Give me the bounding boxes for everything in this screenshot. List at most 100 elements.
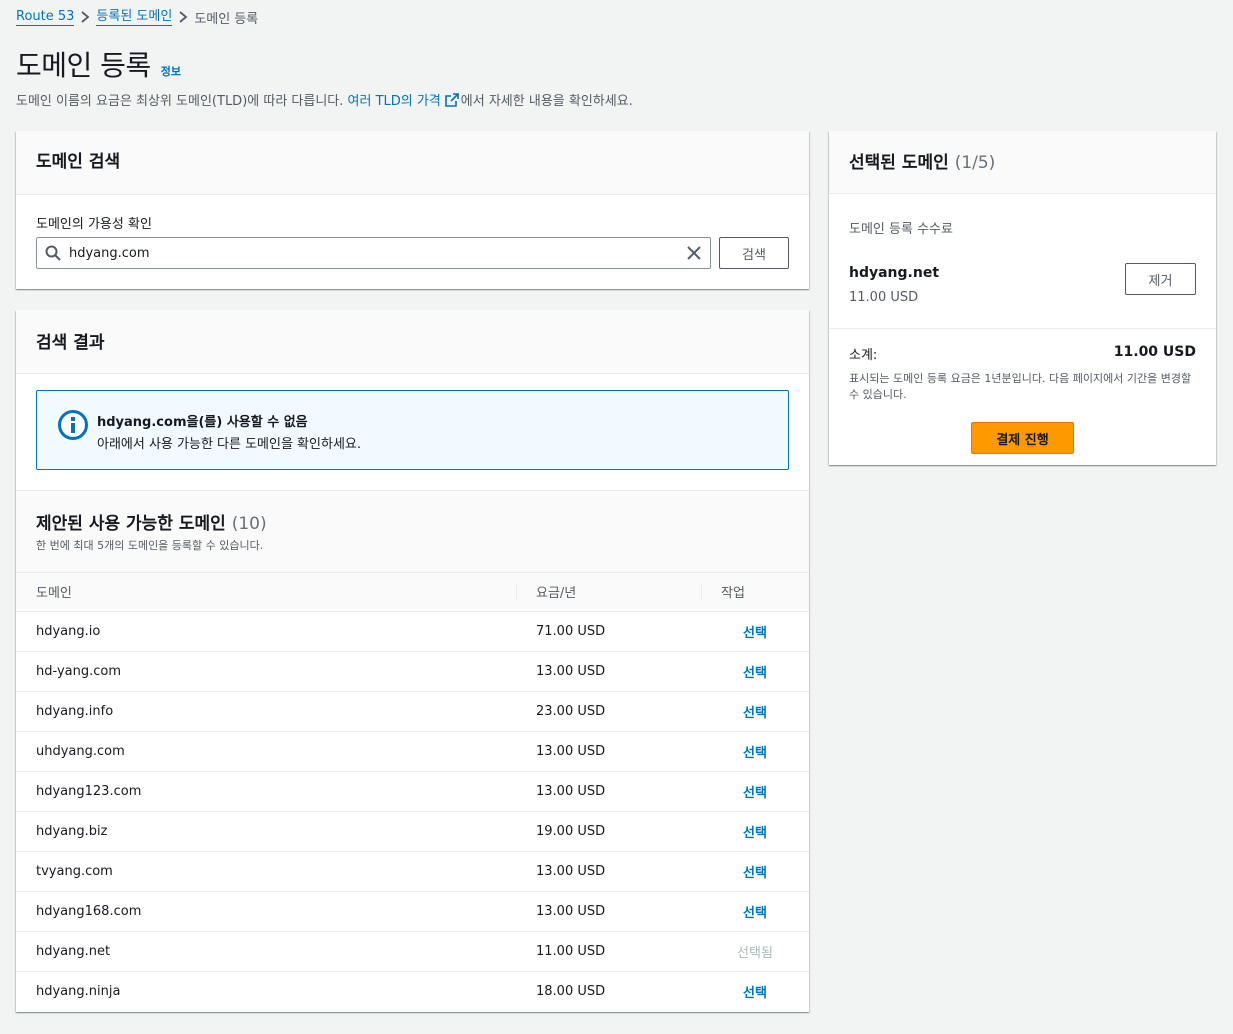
- domain-name-cell: hdyang.net: [16, 931, 516, 972]
- selected-count: (1/5): [954, 153, 996, 173]
- remove-button[interactable]: 제거: [1125, 263, 1196, 295]
- suggested-domains-title: 제안된 사용 가능한 도메인 (10): [36, 509, 267, 534]
- search-box[interactable]: [36, 237, 711, 269]
- info-icon: [57, 409, 89, 441]
- domain-name-cell: hd-yang.com: [16, 651, 516, 692]
- table-row: uhdyang.com 13.00 USD 선택: [16, 731, 809, 772]
- subtotal-value: 11.00 USD: [1113, 344, 1196, 360]
- divider: [829, 328, 1216, 329]
- selected-domain-price: 11.00 USD: [849, 290, 919, 305]
- search-results-panel: 검색 결과 hdyang.com을(를) 사용할 수 없음 아래에서 사용 가능…: [16, 310, 809, 1012]
- subtotal-label: 소계:: [849, 348, 878, 363]
- select-domain-link[interactable]: 선택: [743, 626, 767, 641]
- domain-price-cell: 23.00 USD: [516, 691, 701, 732]
- select-domain-link[interactable]: 선택: [743, 706, 767, 721]
- column-header-action: 작업: [701, 573, 809, 612]
- suggested-domains-table: 도메인 요금/년 작업 hdyang.io 71.00 USD 선택 hd-yang.…: [16, 573, 809, 1011]
- alert-title: hdyang.com을(를) 사용할 수 없음: [97, 415, 308, 430]
- table-row: hdyang.info 23.00 USD 선택: [16, 691, 809, 732]
- breadcrumb-current: 도메인 등록: [194, 11, 259, 27]
- page-header: 도메인 등록 정보: [16, 44, 181, 84]
- select-domain-link[interactable]: 선택: [743, 826, 767, 841]
- table-row: hdyang.io 71.00 USD 선택: [16, 611, 809, 652]
- table-row: hdyang123.com 13.00 USD 선택: [16, 771, 809, 812]
- suggested-title-text: 제안된 사용 가능한 도메인: [36, 514, 226, 534]
- subtitle-prefix: 도메인 이름의 요금은 최상위 도메인(TLD)에 따라 다릅니다.: [16, 94, 348, 109]
- tld-pricing-link[interactable]: 여러 TLD의 가격: [348, 90, 441, 109]
- domain-price-cell: 13.00 USD: [516, 851, 701, 892]
- domain-price-cell: 13.00 USD: [516, 731, 701, 772]
- domain-name-cell: hdyang.ninja: [36, 983, 121, 999]
- domain-name-cell: hdyang.info: [16, 691, 516, 732]
- table-row: tvyang.com 13.00 USD 선택: [16, 851, 809, 892]
- column-header-domain: 도메인: [16, 573, 516, 612]
- info-link[interactable]: 정보: [161, 63, 181, 79]
- search-panel-title: 도메인 검색: [36, 152, 121, 172]
- action-cell: 선택: [701, 971, 809, 1011]
- action-cell: 선택됨: [701, 931, 809, 972]
- domain-name-cell: hdyang168.com: [16, 891, 516, 932]
- domain-name-cell: tvyang.com: [16, 851, 516, 892]
- table-row: hdyang.net 11.00 USD 선택됨: [16, 931, 809, 972]
- action-cell: 선택: [701, 811, 809, 852]
- unavailable-alert: hdyang.com을(를) 사용할 수 없음 아래에서 사용 가능한 다른 도…: [36, 390, 789, 470]
- action-cell: 선택: [701, 891, 809, 932]
- chevron-right-icon: [172, 10, 194, 25]
- pricing-note: 표시되는 도메인 등록 요금은 1년분입니다. 다음 페이지에서 기간을 변경할…: [849, 372, 1192, 401]
- suggested-domains-header: 제안된 사용 가능한 도메인 (10) 한 번에 최대 5개의 도메인을 등록할…: [16, 490, 809, 573]
- domain-price-cell: 13.00 USD: [516, 651, 701, 692]
- action-cell: 선택: [701, 771, 809, 812]
- table-row: hdyang.biz 19.00 USD 선택: [16, 811, 809, 852]
- results-panel-header: 검색 결과: [16, 310, 809, 374]
- domain-name-cell: hdyang.io: [16, 611, 516, 652]
- action-cell: 선택: [701, 691, 809, 732]
- domain-search-panel: 도메인 검색 도메인의 가용성 확인 검색: [16, 131, 809, 289]
- action-cell: 선택: [701, 851, 809, 892]
- select-domain-link[interactable]: 선택: [743, 666, 767, 681]
- results-panel-title: 검색 결과: [36, 333, 105, 353]
- domain-price-cell: 19.00 USD: [516, 811, 701, 852]
- table-header-row: 도메인 요금/년 작업: [16, 573, 809, 612]
- table-row: hdyang168.com 13.00 USD 선택: [16, 891, 809, 932]
- select-domain-link[interactable]: 선택: [743, 786, 767, 801]
- chevron-right-icon: [74, 10, 96, 25]
- alert-text: 아래에서 사용 가능한 다른 도메인을 확인하세요.: [97, 437, 361, 452]
- search-field-label: 도메인의 가용성 확인: [36, 217, 152, 232]
- action-cell: 선택: [701, 731, 809, 772]
- breadcrumb-registered-domains-link[interactable]: 등록된 도메인: [96, 9, 173, 26]
- action-cell: 선택: [701, 651, 809, 692]
- external-link-icon[interactable]: [444, 92, 459, 107]
- proceed-to-checkout-button[interactable]: 결제 진행: [971, 422, 1074, 454]
- subtitle-suffix: 에서 자세한 내용을 확인하세요.: [460, 94, 633, 109]
- selected-panel-header: 선택된 도메인 (1/5): [829, 131, 1216, 194]
- search-button[interactable]: 검색: [719, 237, 789, 269]
- selected-status: 선택됨: [737, 945, 773, 961]
- breadcrumb: Route 53 등록된 도메인 도메인 등록: [16, 8, 259, 27]
- domain-price-cell: 13.00 USD: [516, 771, 701, 812]
- select-domain-link[interactable]: 선택: [743, 746, 767, 761]
- search-input[interactable]: [69, 245, 686, 261]
- selected-domains-panel: 선택된 도메인 (1/5) 도메인 등록 수수료 hdyang.net 11.0…: [829, 131, 1216, 465]
- select-domain-link[interactable]: 선택: [743, 986, 767, 1001]
- registration-fee-label: 도메인 등록 수수료: [849, 222, 953, 237]
- select-domain-link[interactable]: 선택: [743, 906, 767, 921]
- domain-price-cell: 13.00 USD: [516, 891, 701, 932]
- domain-name-cell: uhdyang.com: [16, 731, 516, 772]
- column-header-price: 요금/년: [516, 573, 701, 612]
- table-row: hd-yang.com 13.00 USD 선택: [16, 651, 809, 692]
- domain-name-cell: hdyang.biz: [16, 811, 516, 852]
- action-cell: 선택: [701, 611, 809, 652]
- selected-panel-title: 선택된 도메인 (1/5): [849, 148, 1196, 173]
- domain-price-cell: 71.00 USD: [516, 611, 701, 652]
- select-domain-link[interactable]: 선택: [743, 866, 767, 881]
- page-title: 도메인 등록: [16, 49, 151, 82]
- selected-domain-name: hdyang.net: [849, 265, 940, 281]
- breadcrumb-route53-link[interactable]: Route 53: [16, 9, 75, 26]
- clear-icon[interactable]: [686, 245, 702, 261]
- suggested-count: (10): [231, 514, 267, 534]
- search-panel-header: 도메인 검색: [16, 131, 809, 195]
- suggested-domains-desc: 한 번에 최대 5개의 도메인을 등록할 수 있습니다.: [36, 539, 264, 552]
- table-row: hdyang.ninja 18.00 USD 선택: [16, 971, 809, 1011]
- domain-price-cell: 11.00 USD: [516, 931, 701, 972]
- selected-title-text: 선택된 도메인: [849, 153, 949, 173]
